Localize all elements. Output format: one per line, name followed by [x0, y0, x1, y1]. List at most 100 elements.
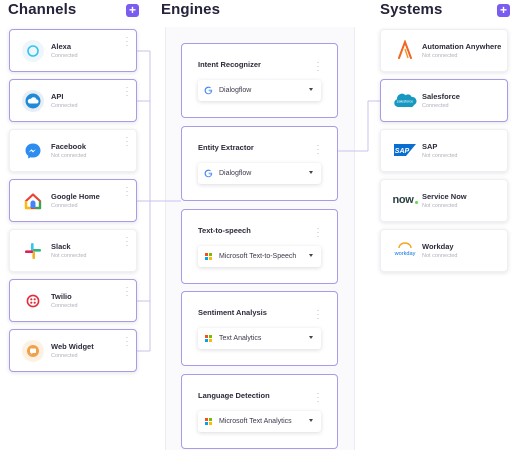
more-options-icon[interactable]: · · · — [124, 83, 130, 100]
system-card-salesforce[interactable]: salesforce Salesforce Connected — [380, 79, 508, 122]
google-g-icon — [204, 86, 213, 95]
channel-card-slack[interactable]: Slack Not connected · · · — [9, 229, 137, 272]
channel-status: Not connected — [51, 253, 87, 259]
engine-provider-select[interactable]: Dialogflow — [198, 163, 321, 184]
slack-icon — [22, 240, 44, 262]
channel-status: Connected — [51, 53, 78, 59]
engine-title: Intent Recognizer — [198, 60, 261, 69]
engine-provider-select[interactable]: Microsoft Text Analytics — [198, 411, 321, 432]
channel-name: Twilio — [51, 292, 72, 301]
more-options-icon[interactable]: · · · — [315, 389, 321, 406]
more-options-icon[interactable]: · · · — [124, 233, 130, 250]
channel-name: Web Widget — [51, 342, 94, 351]
engine-card-text-to-speech: Text-to-speech · · · Microsoft Text-to-Spe… — [181, 209, 338, 284]
salesforce-logo-text: salesforce — [397, 100, 413, 104]
system-card-automation-anywhere[interactable]: Automation Anywhere Not connected — [380, 29, 508, 72]
web-widget-icon — [22, 340, 44, 362]
workday-logo-text: workday — [394, 251, 416, 257]
system-status: Not connected — [422, 53, 458, 59]
engine-provider-label: Text Analytics — [219, 335, 262, 342]
engine-provider-label: Dialogflow — [219, 87, 252, 94]
servicenow-dot — [414, 201, 418, 204]
messenger-icon — [22, 140, 44, 162]
automation-anywhere-logo — [391, 39, 419, 61]
engine-title: Entity Extractor — [198, 143, 254, 152]
engine-provider-select[interactable]: Text Analytics — [198, 328, 321, 349]
system-name: Automation Anywhere — [422, 42, 502, 51]
workday-logo: workday — [391, 239, 419, 261]
add-system-button[interactable]: + — [497, 4, 510, 17]
system-card-service-now[interactable]: now Service Now Not connected — [380, 179, 508, 222]
channel-status: Not connected — [51, 153, 87, 159]
channel-card-google-home[interactable]: Google Home Connected · · · — [9, 179, 137, 222]
system-status: Connected — [422, 103, 449, 109]
more-options-icon[interactable]: · · · — [315, 224, 321, 241]
sap-logo: SAP — [391, 139, 419, 161]
channel-card-api[interactable]: API Connected · · · — [9, 79, 137, 122]
channel-status: Connected — [51, 353, 78, 359]
chevron-down-icon — [309, 171, 313, 174]
chevron-down-icon — [309, 88, 313, 91]
alexa-icon — [22, 40, 44, 62]
more-options-icon[interactable]: · · · — [124, 283, 130, 300]
more-options-icon[interactable]: · · · — [124, 133, 130, 150]
twilio-icon — [22, 290, 44, 312]
channel-name: Alexa — [51, 42, 72, 51]
channel-name: API — [51, 92, 64, 101]
channel-name: Google Home — [51, 192, 100, 201]
channel-name: Facebook — [51, 142, 87, 151]
system-name: SAP — [422, 142, 438, 151]
more-options-icon[interactable]: · · · — [315, 141, 321, 158]
system-status: Not connected — [422, 203, 458, 209]
engine-card-language-detection: Language Detection · · · Microsoft Text An… — [181, 374, 338, 449]
channel-card-alexa[interactable]: Alexa Connected · · · — [9, 29, 137, 72]
channel-status: Connected — [51, 103, 78, 109]
engine-provider-label: Microsoft Text Analytics — [219, 418, 292, 425]
chevron-down-icon — [309, 336, 313, 339]
engine-card-sentiment-analysis: Sentiment Analysis · · · Text Analytics — [181, 291, 338, 366]
microsoft-icon — [204, 417, 213, 426]
more-options-icon[interactable]: · · · — [124, 183, 130, 200]
channel-status: Connected — [51, 203, 78, 209]
api-cloud-icon — [22, 90, 44, 112]
chevron-down-icon — [309, 419, 313, 422]
more-options-icon[interactable]: · · · — [315, 306, 321, 323]
channel-status: Connected — [51, 303, 78, 309]
microsoft-icon — [204, 252, 213, 261]
system-name: Service Now — [422, 192, 467, 201]
system-card-workday[interactable]: workday Workday Not connected — [380, 229, 508, 272]
system-status: Not connected — [422, 253, 458, 259]
engine-title: Text-to-speech — [198, 226, 251, 235]
google-home-icon — [22, 190, 44, 212]
sap-logo-text: SAP — [395, 148, 410, 155]
chevron-down-icon — [309, 254, 313, 257]
engine-provider-select[interactable]: Microsoft Text-to-Speech — [198, 246, 321, 267]
engines-heading: Engines — [161, 1, 221, 18]
system-card-sap[interactable]: SAP SAP Not connected — [380, 129, 508, 172]
google-g-icon — [204, 169, 213, 178]
more-options-icon[interactable]: · · · — [124, 33, 130, 50]
more-options-icon[interactable]: · · · — [124, 333, 130, 350]
engine-provider-label: Microsoft Text-to-Speech — [219, 253, 297, 260]
engine-card-intent-recognizer: Intent Recognizer · · · Dialogflow — [181, 43, 338, 118]
channel-card-facebook[interactable]: Facebook Not connected · · · — [9, 129, 137, 172]
systems-heading: Systems — [380, 1, 443, 18]
channel-name: Slack — [51, 242, 71, 251]
more-options-icon[interactable]: · · · — [315, 58, 321, 75]
engine-provider-label: Dialogflow — [219, 170, 252, 177]
engine-provider-select[interactable]: Dialogflow — [198, 80, 321, 101]
channel-card-web-widget[interactable]: Web Widget Connected · · · — [9, 329, 137, 372]
system-name: Salesforce — [422, 92, 460, 101]
servicenow-logo-text: now — [392, 194, 414, 206]
engine-card-entity-extractor: Entity Extractor · · · Dialogflow — [181, 126, 338, 201]
add-channel-button[interactable]: + — [126, 4, 139, 17]
engine-title: Sentiment Analysis — [198, 308, 267, 317]
microsoft-icon — [204, 334, 213, 343]
system-status: Not connected — [422, 153, 458, 159]
channels-heading: Channels — [8, 1, 77, 18]
servicenow-logo: now — [391, 189, 419, 211]
engine-title: Language Detection — [198, 391, 270, 400]
salesforce-logo: salesforce — [391, 89, 419, 111]
system-name: Workday — [422, 242, 454, 251]
channel-card-twilio[interactable]: Twilio Connected · · · — [9, 279, 137, 322]
